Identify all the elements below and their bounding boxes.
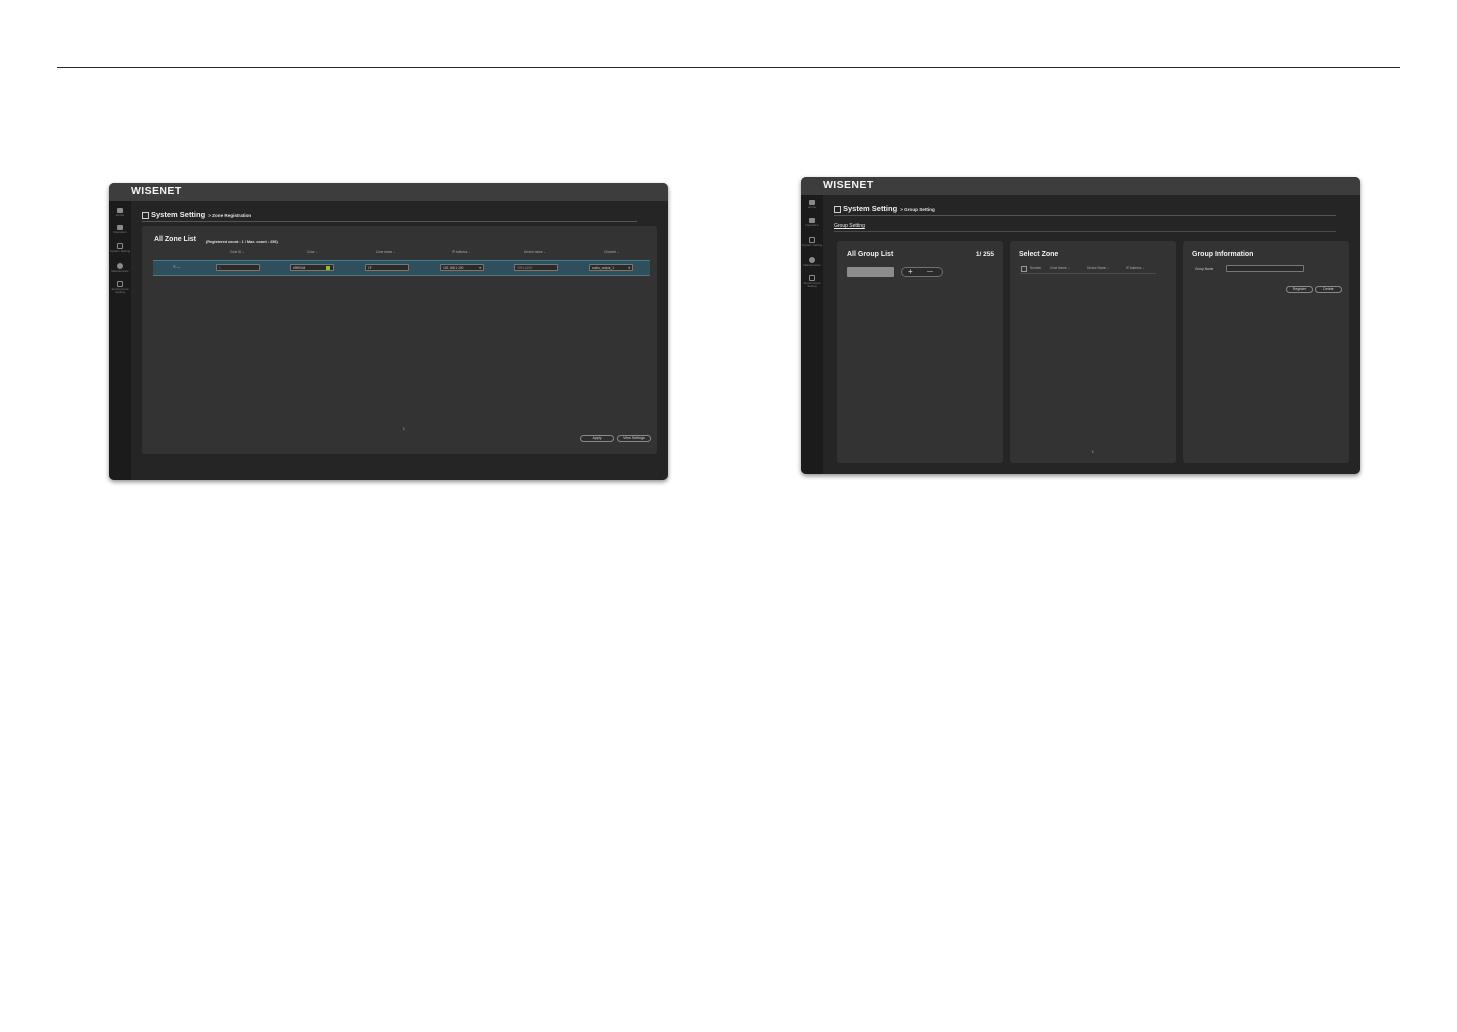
- chevron-down-icon: ▾: [628, 266, 630, 270]
- settings-box-icon: [142, 212, 149, 219]
- color-value: #990044: [293, 266, 306, 270]
- sidebar-item-system-setting[interactable]: System Setting: [109, 243, 131, 253]
- all-zone-list-title: All Zone List: [154, 236, 196, 243]
- page-divider-line: [57, 67, 1400, 68]
- sidebar-item-label: Home: [807, 205, 816, 209]
- header-divider: [142, 221, 637, 222]
- select-zone-title: Select Zone: [1019, 251, 1059, 258]
- page-title: System Setting > Zone Registration: [151, 210, 251, 219]
- top-bar: WISENET: [109, 183, 668, 201]
- remove-group-button[interactable]: —: [927, 269, 933, 276]
- sidebar: Home Operation System Setting Maintenanc…: [801, 195, 823, 474]
- tab-group-setting[interactable]: Group Setting: [834, 223, 865, 229]
- sidebar-item-maintenance[interactable]: Maintenance: [801, 257, 823, 267]
- all-group-list-panel: All Group List 1/ 255 + —: [837, 241, 1003, 463]
- device-name-field[interactable]: XRN-410S: [514, 264, 558, 271]
- sidebar-item-label: Maintenance: [803, 263, 821, 267]
- breadcrumb: > Zone Registration: [208, 213, 252, 218]
- sidebar-item-label: Maintenance: [111, 269, 129, 273]
- column-header-device-name[interactable]: Device name ⌄: [524, 250, 546, 254]
- view-settings-button[interactable]: View Settings: [617, 435, 651, 442]
- select-zone-panel: Select Zone Number Zone Name ⌄ Device Na…: [1010, 241, 1176, 463]
- register-button[interactable]: Register: [1286, 286, 1313, 293]
- sidebar-item-maintenance[interactable]: Maintenance: [109, 263, 131, 273]
- column-header-ip-address[interactable]: IP Address ⌄: [452, 250, 471, 254]
- group-name-input[interactable]: [1226, 265, 1304, 272]
- zone-name-field[interactable]: 1F: [365, 264, 409, 271]
- header-divider: [834, 215, 1336, 216]
- sidebar-item-home[interactable]: Home: [109, 208, 131, 217]
- sidebar-item-home[interactable]: Home: [801, 200, 823, 209]
- top-bar: WISENET: [801, 177, 1360, 195]
- column-header-zone-name[interactable]: Zone Name ⌄: [1050, 266, 1070, 270]
- header-title: System Setting: [843, 204, 898, 213]
- page-title: System Setting > Group Setting: [843, 204, 935, 213]
- channel-value: audio_output_1: [592, 266, 614, 270]
- row-select-control[interactable]: ☰ —: [173, 265, 180, 269]
- wisenet-logo: WISENET: [823, 179, 874, 191]
- sidebar-item-operation[interactable]: Operation: [109, 225, 131, 234]
- column-header-zone-id[interactable]: Zone ID ⌄: [230, 250, 245, 254]
- header-title: System Setting: [151, 210, 206, 219]
- color-field[interactable]: #990044: [290, 264, 334, 271]
- sidebar: Home Operation System Setting Maintenanc…: [109, 201, 131, 480]
- group-name-label: Group Name: [1195, 267, 1214, 271]
- table-header-divider: [1020, 273, 1156, 274]
- chevron-down-icon: ▾: [479, 266, 481, 270]
- color-swatch[interactable]: [326, 266, 330, 270]
- select-all-checkbox[interactable]: [1021, 266, 1027, 272]
- registered-count: (Registered count : 1 / Max. count : 256…: [206, 240, 278, 244]
- sidebar-item-operation[interactable]: Operation: [801, 218, 823, 227]
- column-header-device-name[interactable]: Device Name ⌄: [1087, 266, 1110, 270]
- channel-select[interactable]: audio_output_1 ▾: [589, 264, 633, 271]
- group-information-panel: Group Information Group Name Register De…: [1183, 241, 1349, 463]
- column-header-color[interactable]: Color ⌄: [307, 250, 318, 254]
- sidebar-item-environment-setting[interactable]: Environment Setting: [109, 281, 131, 295]
- sidebar-item-label: System Setting: [109, 249, 131, 253]
- sidebar-item-label: System Setting: [801, 243, 823, 247]
- group-information-title: Group Information: [1192, 251, 1254, 258]
- delete-button[interactable]: Delete: [1315, 286, 1342, 293]
- column-header-zone-name[interactable]: Zone name ⌄: [376, 250, 396, 254]
- sidebar-item-label: Operation: [805, 223, 819, 227]
- sidebar-item-label: Environment Setting: [803, 281, 821, 289]
- all-zone-list-panel: All Zone List (Registered count : 1 / Ma…: [142, 226, 657, 454]
- zone-registration-screenshot: WISENET Home Operation System Setting Ma…: [109, 183, 668, 480]
- all-group-list-title: All Group List: [847, 251, 894, 258]
- column-header-ip-address[interactable]: IP Address ⌄: [1126, 266, 1145, 270]
- group-count: 1/ 255: [975, 251, 994, 258]
- ip-address-value: 192.168.1.100: [443, 266, 464, 270]
- zone-id-field[interactable]: 1: [216, 264, 260, 271]
- column-header-channel[interactable]: Channel ⌄: [604, 250, 619, 254]
- sidebar-item-label: Operation: [113, 230, 127, 234]
- table-row[interactable]: ☰ — 1 #990044 1F 192.168.1.100 ▾ XRN-410…: [153, 260, 650, 276]
- group-name-item[interactable]: [847, 267, 894, 277]
- tab-divider: [834, 231, 1336, 232]
- group-setting-screenshot: WISENET Home Operation System Setting Ma…: [801, 177, 1360, 474]
- pagination-page[interactable]: 1: [1092, 450, 1094, 454]
- breadcrumb: > Group Setting: [900, 207, 935, 212]
- sidebar-item-label: Environment Setting: [111, 287, 129, 295]
- sidebar-item-system-setting[interactable]: System Setting: [801, 237, 823, 247]
- sidebar-item-label: Home: [115, 213, 124, 217]
- add-group-button[interactable]: +: [908, 268, 913, 276]
- add-remove-button-group: + —: [901, 267, 943, 277]
- column-header-number[interactable]: Number: [1030, 266, 1041, 270]
- apply-button[interactable]: Apply: [580, 435, 614, 442]
- wisenet-logo: WISENET: [131, 185, 182, 197]
- settings-box-icon: [834, 206, 841, 213]
- pagination-page[interactable]: 1: [403, 427, 405, 431]
- sidebar-item-environment-setting[interactable]: Environment Setting: [801, 275, 823, 289]
- ip-address-select[interactable]: 192.168.1.100 ▾: [440, 264, 484, 271]
